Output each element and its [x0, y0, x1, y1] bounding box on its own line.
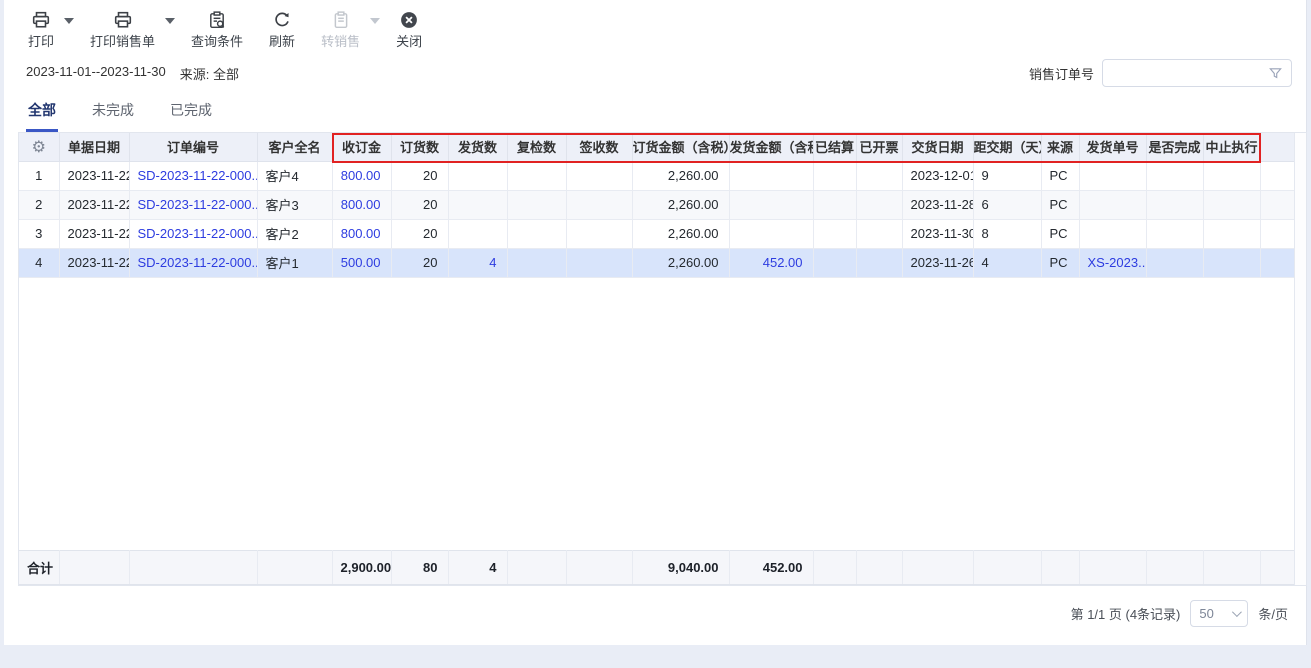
column-header-10[interactable]: 已结算 — [813, 133, 856, 161]
table-row[interactable]: 12023-11-22SD-2023-11-22-000...客户4800.00… — [19, 161, 1295, 190]
sales-order-no-field — [1102, 59, 1292, 87]
column-header-9[interactable]: 发货金额（含税 — [729, 133, 813, 161]
refresh-label: 刷新 — [269, 35, 295, 48]
total-deposit: 2,900.00 — [332, 550, 391, 584]
print-button[interactable]: 打印 — [28, 10, 54, 48]
column-header-15[interactable]: 发货单号 — [1079, 133, 1146, 161]
table-header-row: ⚙ 单据日期订单编号客户全名收订金订货数发货数复检数签收数订货金额（含税）发货金… — [19, 133, 1295, 161]
print-sales-order-dropdown-caret-icon[interactable] — [165, 18, 175, 24]
column-header-8[interactable]: 订货金额（含税） — [632, 133, 729, 161]
pagination-bar: 第 1/1 页 (4条记录) 50 条/页 — [4, 586, 1306, 627]
print-label: 打印 — [28, 35, 54, 48]
table-row[interactable]: 42023-11-22SD-2023-11-22-000...客户1500.00… — [19, 248, 1295, 277]
orders-grid-area: ⚙ 单据日期订单编号客户全名收订金订货数发货数复检数签收数订货金额（含税）发货金… — [18, 132, 1307, 586]
vertical-scrollbar[interactable] — [1294, 133, 1306, 585]
close-circle-icon — [400, 10, 418, 30]
source-filter-text: 来源: 全部 — [180, 64, 239, 83]
refresh-button[interactable]: 刷新 — [269, 10, 295, 48]
column-header-6[interactable]: 复检数 — [507, 133, 566, 161]
transfer-to-sales-label: 转销售 — [321, 35, 360, 48]
tab-finished[interactable]: 已完成 — [168, 100, 214, 132]
column-header-11[interactable]: 已开票 — [856, 133, 902, 161]
sales-order-no-label: 销售订单号 — [1029, 64, 1094, 83]
total-row: 合计 2,900.00 80 4 9,040.00 452.00 — [19, 550, 1295, 584]
grid-empty-space — [19, 278, 1306, 550]
date-range-text: 2023-11-01--2023-11-30 — [26, 64, 166, 83]
refresh-icon — [273, 10, 291, 30]
page-size-select[interactable]: 50 — [1190, 600, 1248, 627]
page-size-unit-label: 条/页 — [1258, 604, 1288, 623]
toolbar: 打印 打印销售单 查询条件 — [4, 0, 1306, 52]
column-settings-header[interactable]: ⚙ — [19, 133, 59, 161]
query-conditions-button[interactable]: 查询条件 — [191, 10, 243, 48]
print-sales-order-label: 打印销售单 — [90, 35, 155, 48]
close-button[interactable]: 关闭 — [396, 10, 422, 48]
chevron-down-icon — [1232, 607, 1242, 617]
total-ship-qty: 4 — [448, 550, 507, 584]
clipboard-icon — [332, 10, 350, 30]
table-row[interactable]: 32023-11-22SD-2023-11-22-000...客户2800.00… — [19, 219, 1295, 248]
printer-icon — [32, 10, 50, 30]
gear-icon[interactable]: ⚙ — [32, 139, 46, 156]
column-header-14[interactable]: 来源 — [1041, 133, 1079, 161]
column-header-16[interactable]: 是否完成 — [1146, 133, 1203, 161]
orders-table: ⚙ 单据日期订单编号客户全名收订金订货数发货数复检数签收数订货金额（含税）发货金… — [19, 133, 1296, 278]
sales-order-no-input[interactable] — [1111, 66, 1268, 81]
close-label: 关闭 — [396, 35, 422, 48]
transfer-to-sales-button: 转销售 — [321, 10, 360, 48]
tab-all[interactable]: 全部 — [26, 100, 58, 132]
column-header-1[interactable]: 订单编号 — [129, 133, 257, 161]
printer-icon — [114, 10, 132, 30]
column-header-2[interactable]: 客户全名 — [257, 133, 332, 161]
page-info-text: 第 1/1 页 (4条记录) — [1071, 604, 1181, 623]
column-header-17[interactable]: 中止执行 — [1203, 133, 1260, 161]
filter-row: 2023-11-01--2023-11-30 来源: 全部 销售订单号 — [4, 52, 1306, 86]
totals-table: 合计 2,900.00 80 4 9,040.00 452.00 — [19, 550, 1296, 585]
column-header-7[interactable]: 签收数 — [566, 133, 632, 161]
query-conditions-label: 查询条件 — [191, 35, 243, 48]
print-dropdown-caret-icon[interactable] — [64, 18, 74, 24]
total-label: 合计 — [19, 550, 59, 584]
column-header-3[interactable]: 收订金 — [332, 133, 391, 161]
funnel-filter-icon[interactable] — [1268, 66, 1283, 81]
sales-order-window: 打印 打印销售单 查询条件 — [4, 0, 1307, 645]
total-order-amount: 9,040.00 — [632, 550, 729, 584]
total-ship-amount: 452.00 — [729, 550, 813, 584]
total-order-qty: 80 — [391, 550, 448, 584]
tab-unfinished[interactable]: 未完成 — [90, 100, 136, 132]
transfer-dropdown-caret-icon — [370, 18, 380, 24]
column-header-12[interactable]: 交货日期 — [902, 133, 973, 161]
column-header-5[interactable]: 发货数 — [448, 133, 507, 161]
column-header-filler — [1260, 133, 1295, 161]
table-row[interactable]: 22023-11-22SD-2023-11-22-000...客户3800.00… — [19, 190, 1295, 219]
print-sales-order-button[interactable]: 打印销售单 — [90, 10, 155, 48]
status-tabs: 全部 未完成 已完成 — [4, 86, 1306, 132]
column-header-4[interactable]: 订货数 — [391, 133, 448, 161]
column-header-0[interactable]: 单据日期 — [59, 133, 129, 161]
page-size-value: 50 — [1199, 606, 1213, 621]
clipboard-search-icon — [208, 10, 226, 30]
column-header-13[interactable]: 距交期（天） — [973, 133, 1041, 161]
